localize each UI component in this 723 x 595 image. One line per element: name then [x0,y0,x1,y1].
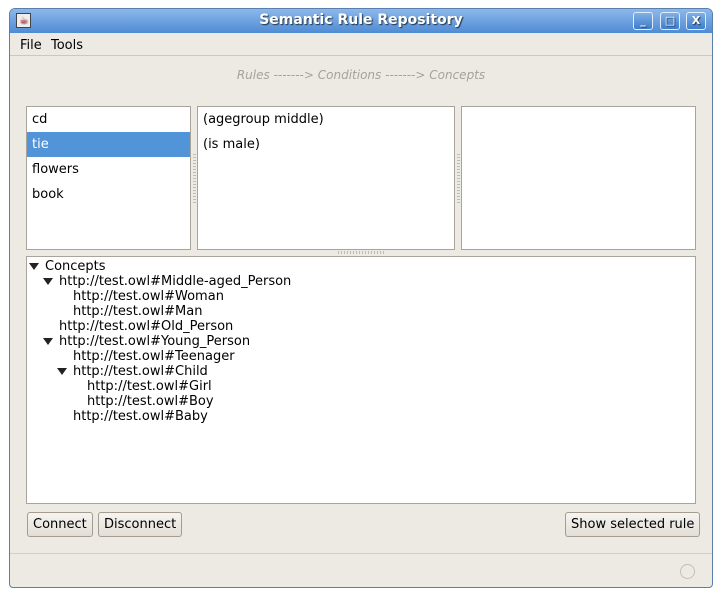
tree-node[interactable]: http://test.owl#Man [73,304,202,319]
maximize-button[interactable]: □ [660,12,680,30]
status-indicator-icon [680,564,695,579]
tree-node[interactable]: http://test.owl#Young_Person [59,334,250,349]
split-handle[interactable] [457,154,460,204]
tree-node[interactable]: http://test.owl#Middle-aged_Person [59,274,291,289]
condition-item[interactable]: (agegroup middle) [198,107,454,132]
condition-item[interactable]: (is male) [198,132,454,157]
expand-triangle-icon[interactable] [43,278,53,285]
tree-node[interactable]: http://test.owl#Boy [87,394,214,409]
tree-node[interactable]: http://test.owl#Old_Person [59,319,233,334]
rule-item[interactable]: flowers [27,157,190,182]
concepts-list[interactable] [461,106,696,250]
expand-triangle-icon[interactable] [43,338,53,345]
concept-tree[interactable]: Concepts http://test.owl#Middle-aged_Pers… [26,256,696,504]
connect-button[interactable]: Connect [27,512,93,537]
tree-node[interactable]: http://test.owl#Girl [87,379,212,394]
split-handle[interactable] [193,154,196,204]
tree-node[interactable]: http://test.owl#Woman [73,289,224,304]
menu-file[interactable]: File [20,38,42,53]
menu-bar: File Tools [10,34,712,56]
menu-tools[interactable]: Tools [51,38,83,53]
divider [10,553,712,554]
show-selected-rule-button[interactable]: Show selected rule [565,512,701,537]
tree-node[interactable]: http://test.owl#Baby [73,409,208,424]
split-handle-horizontal[interactable] [338,251,384,254]
tree-node[interactable]: Concepts [45,259,106,274]
rule-item[interactable]: book [27,182,190,207]
title-bar[interactable]: ☕ Semantic Rule Repository _ □ X [10,9,712,33]
rule-item[interactable]: cd [27,107,190,132]
window-title: Semantic Rule Repository [259,12,463,28]
expand-triangle-icon[interactable] [29,263,39,270]
expand-triangle-icon[interactable] [57,368,67,375]
main-window: ☕ Semantic Rule Repository _ □ X File To… [9,8,713,588]
tree-node[interactable]: http://test.owl#Teenager [73,349,235,364]
tree-node[interactable]: http://test.owl#Child [73,364,208,379]
minimize-button[interactable]: _ [633,12,653,30]
java-app-icon[interactable]: ☕ [16,13,31,28]
disconnect-button[interactable]: Disconnect [98,512,183,537]
conditions-list[interactable]: (agegroup middle) (is male) [197,106,455,250]
breadcrumb: Rules -------> Conditions -------> Conce… [236,68,486,82]
rules-list[interactable]: cd tie flowers book [26,106,191,250]
rule-item[interactable]: tie [27,132,190,157]
close-button[interactable]: X [686,12,706,30]
